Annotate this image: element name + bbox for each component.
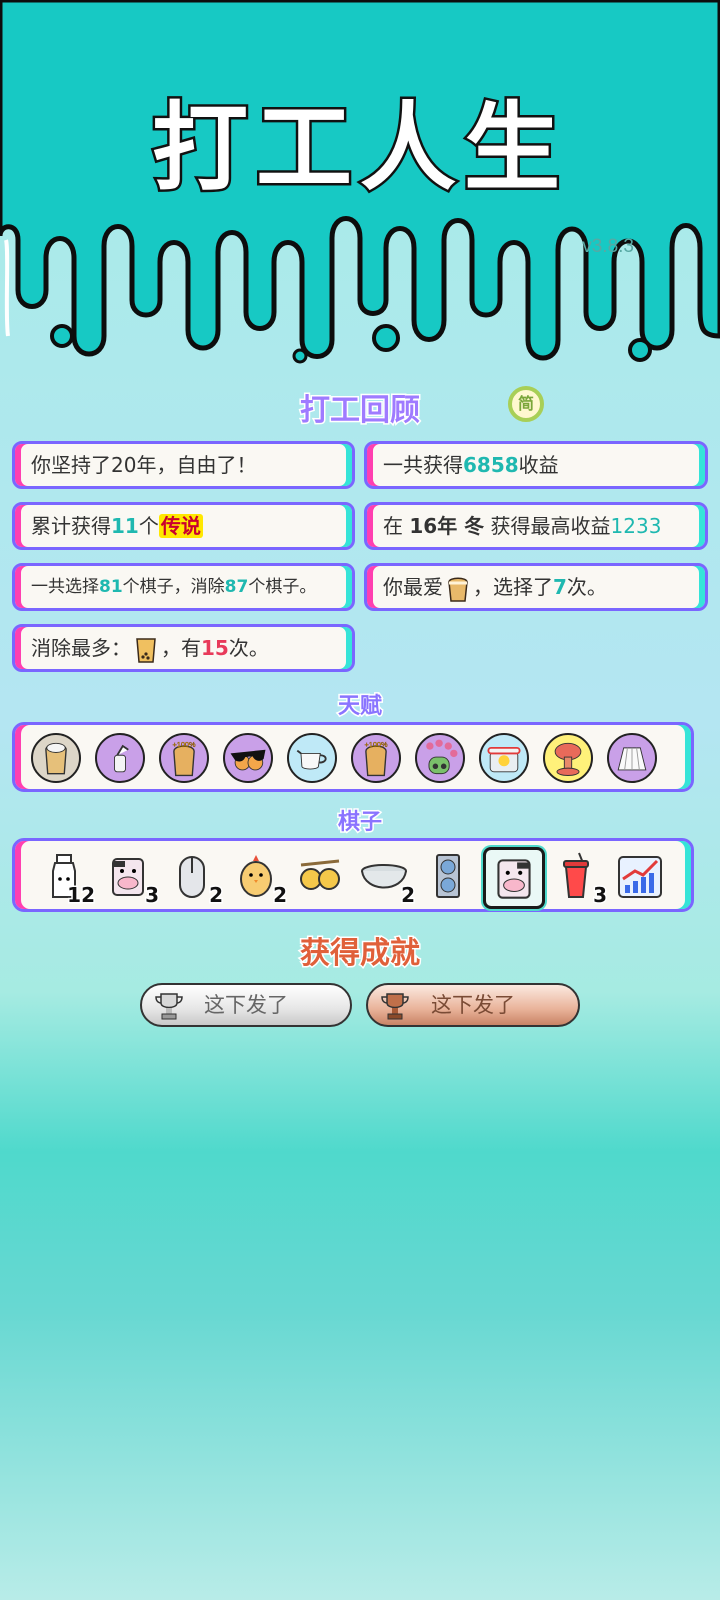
total-income-prefix: 一共获得 [383,453,463,477]
best-income-card: 在 16年 冬 获得最高收益1233 [364,502,708,550]
pieces-panel: 12 3 2 2 2 3 [12,838,694,912]
talents-heading: 天赋 [336,693,383,721]
graphics-card-icon[interactable] [421,849,475,903]
total-income-suffix: 收益 [518,453,559,477]
flower-hat-person-icon[interactable] [415,733,465,783]
best-income-season: 16年 冬 [409,514,485,538]
piece-count: 12 [66,882,97,909]
pieces-selected-value: 81 [99,577,123,597]
milk-tea-plus100-icon[interactable]: +100% [351,733,401,783]
total-income-value: 6858 [463,453,519,477]
pieces-heading: 棋子 [336,809,383,837]
most-removed-card: 消除最多： ，有15次。 [12,624,355,672]
bubble-tea-icon [131,635,161,665]
legend-count-value: 11 [111,514,139,538]
most-removed-mid: ，有 [161,636,201,660]
milk-jug-icon[interactable] [287,733,337,783]
years-card: 你坚持了20年，自由了！ [12,441,355,489]
talents-panel: +100% +100% [12,722,694,792]
cow-icon[interactable] [483,847,545,909]
plus-100-label: +100% [364,740,388,749]
favorite-mid: ，选择了 [473,575,553,599]
trophy-icon [155,993,183,1020]
favorite-card: 你最爱 ，选择了7次。 [364,563,708,611]
legend-rarity-label: 传说 [158,514,203,538]
most-removed-suffix: 次。 [228,636,269,660]
total-income-card: 一共获得6858收益 [364,441,708,489]
pieces-summary-p1: 一共选择 [31,577,99,597]
soda-cup-icon[interactable]: 3 [549,849,608,909]
milk-tea-plus100-icon[interactable]: +100% [159,733,209,783]
cow-icon[interactable]: 3 [101,849,160,909]
milk-tea-cup-icon [443,574,473,604]
favorite-prefix: 你最爱 [383,575,443,599]
pleated-skirt-icon[interactable] [607,733,657,783]
favorite-count: 7 [553,575,567,599]
mushroom-cloud-icon[interactable] [543,733,593,783]
twin-oranges-icon[interactable] [293,849,347,903]
achievements-heading: 获得成就 [299,935,422,973]
stock-chart-icon[interactable] [613,849,667,903]
most-removed-count: 15 [201,636,229,660]
legend-count-prefix: 累计获得 [31,514,111,538]
favorite-suffix: 次。 [566,575,607,599]
best-income-prefix: 在 [383,514,410,538]
most-removed-prefix: 消除最多： [31,636,131,660]
years-text: 你坚持了20年，自由了！ [31,453,257,477]
computer-mouse-icon[interactable]: 2 [165,849,224,909]
plus-100-label: +100% [172,740,196,749]
achievement-badge-bronze[interactable]: 这下发了 [366,983,580,1027]
achievement-label: 这下发了 [431,993,515,1017]
piece-count: 2 [272,882,289,909]
milk-bottle-icon[interactable]: 12 [37,849,96,909]
chick-icon[interactable]: 2 [229,849,288,909]
best-income-value: 1233 [610,514,662,538]
sunglasses-oranges-icon[interactable] [223,733,273,783]
piece-count: 3 [144,882,161,909]
pieces-summary-card: 一共选择81个棋子，消除87个棋子。 [12,563,355,611]
bowl-icon[interactable]: 2 [357,849,416,909]
breast-pump-icon[interactable] [95,733,145,783]
piece-count: 3 [592,882,609,909]
legend-count-unit: 个 [138,514,159,538]
pieces-removed-value: 87 [224,577,249,597]
pieces-summary-p2: 个棋子，消除 [122,577,225,597]
milk-tea-cup-icon[interactable] [31,733,81,783]
achievement-label: 这下发了 [204,993,288,1017]
duck-pot-icon[interactable] [479,733,529,783]
achievement-badge-silver[interactable]: 这下发了 [140,983,352,1027]
legend-count-card: 累计获得11个 传说 [12,502,355,550]
piece-count: 2 [208,882,225,909]
game-title: 打工人生 [150,90,568,207]
pieces-summary-p3: 个棋子。 [248,577,317,597]
best-income-mid: 获得最高收益 [484,514,611,538]
piece-count: 2 [400,882,417,909]
version-label: v3.8.3 [582,236,634,257]
simplified-toggle-button[interactable]: 简 [508,386,544,422]
review-heading: 打工回顾 [299,392,422,430]
trophy-icon [381,993,409,1020]
